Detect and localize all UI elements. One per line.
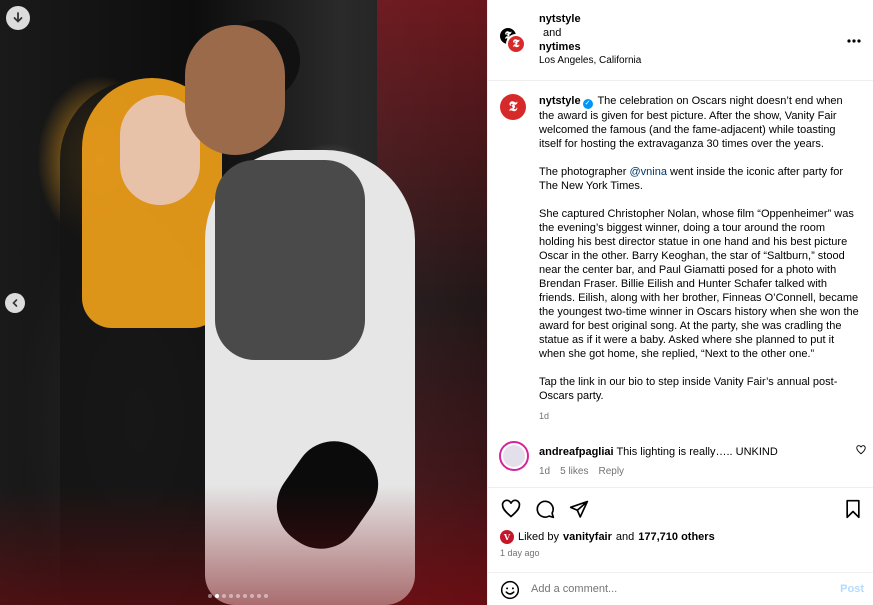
caption-paragraph-3: She captured Christopher Nolan, whose fi…	[539, 208, 859, 360]
comment-reply-button[interactable]: Reply	[598, 465, 624, 479]
comment-time: 1d	[539, 466, 551, 477]
download-icon	[13, 12, 23, 23]
carousel-dot	[257, 594, 261, 598]
add-comment-bar: Post	[488, 572, 873, 605]
commenter-photo	[503, 445, 525, 467]
comment-button[interactable]	[534, 498, 556, 520]
post-comments-area: 𝕿 nytstyle ✓ The celebration on Oscars ni…	[488, 82, 873, 487]
header-accounts: nytstyle and nytimes Los Angeles, Califo…	[539, 12, 641, 68]
carousel-dot	[243, 594, 247, 598]
previous-slide-button[interactable]	[5, 293, 25, 313]
comment-text: This lighting is really….. UNKIND	[616, 446, 778, 458]
share-button[interactable]	[568, 498, 590, 520]
carousel-dot	[208, 594, 212, 598]
caption-time: 1d	[539, 411, 550, 421]
more-horizontal-icon	[847, 39, 861, 43]
action-buttons	[500, 498, 590, 520]
bookmark-icon	[846, 499, 860, 519]
header-account-2[interactable]: nytimes	[539, 40, 641, 54]
liked-by: V Liked by vanityfair and 177,710 others	[500, 530, 715, 544]
vanityfair-avatar[interactable]: V	[500, 530, 514, 544]
caption-username[interactable]: nytstyle	[539, 95, 581, 107]
comment-item: andreafpagliai This lighting is really….…	[488, 437, 873, 479]
carousel-dot	[229, 594, 233, 598]
caption-paragraph-1: nytstyle ✓ The celebration on Oscars nigh…	[539, 94, 860, 151]
carousel-dots	[208, 594, 268, 598]
nytimes-avatar[interactable]: 𝕿	[506, 34, 526, 54]
post-actions: V Liked by vanityfair and 177,710 others…	[488, 487, 873, 558]
instagram-post-modal: 𝕿 𝕿 nytstyle and nytimes Los Angeles, Ca…	[0, 0, 873, 605]
comment-line: andreafpagliai This lighting is really….…	[539, 445, 860, 459]
verified-badge-icon: ✓	[582, 99, 593, 109]
caption-paragraph-2: The photographer @vnina went inside the …	[539, 165, 860, 193]
post-photo[interactable]	[0, 0, 487, 605]
save-button[interactable]	[842, 498, 864, 520]
carousel-dot	[264, 594, 268, 598]
emoji-button[interactable]	[500, 580, 520, 600]
comment-username[interactable]: andreafpagliai	[539, 446, 614, 458]
liked-prefix: Liked by	[518, 531, 559, 543]
comment-input[interactable]	[531, 583, 791, 595]
download-button[interactable]	[6, 6, 30, 30]
carousel-dot	[250, 594, 254, 598]
comment-like-button[interactable]	[856, 445, 866, 459]
post-comment-button[interactable]: Post	[840, 583, 864, 595]
caption-mention[interactable]: @vnina	[630, 166, 667, 178]
collab-avatars[interactable]: 𝕿 𝕿	[498, 26, 528, 56]
carousel-dot	[236, 594, 240, 598]
photo-floor	[0, 485, 487, 605]
caption-avatar[interactable]: 𝕿	[500, 94, 526, 120]
smiley-icon	[500, 580, 520, 600]
caption-paragraph-4: Tap the link in our bio to step inside V…	[539, 376, 838, 402]
header-account-1[interactable]: nytstyle	[539, 12, 641, 26]
chevron-left-icon	[12, 299, 18, 307]
paper-plane-icon	[569, 500, 589, 518]
liked-user[interactable]: vanityfair	[563, 531, 612, 543]
post-side-panel: 𝕿 𝕿 nytstyle and nytimes Los Angeles, Ca…	[487, 0, 873, 605]
comment-likes[interactable]: 5 likes	[560, 465, 588, 479]
liked-mid: and	[615, 531, 635, 543]
more-options-button[interactable]	[847, 30, 861, 48]
post-header: 𝕿 𝕿 nytstyle and nytimes Los Angeles, Ca…	[488, 0, 873, 81]
carousel-dot	[215, 594, 219, 598]
photo-top-right	[215, 160, 365, 360]
heart-icon	[856, 445, 866, 455]
comment-bubble-icon	[536, 500, 555, 519]
header-joiner: and	[543, 27, 562, 39]
photo-face-right	[185, 25, 285, 155]
comment-meta: 1d 5 likes Reply	[539, 465, 860, 479]
header-location[interactable]: Los Angeles, California	[539, 54, 641, 68]
like-button[interactable]	[500, 498, 522, 520]
liked-count[interactable]: 177,710 others	[638, 531, 714, 543]
commenter-avatar[interactable]	[499, 441, 529, 471]
carousel-dot	[222, 594, 226, 598]
heart-icon	[501, 499, 521, 518]
post-time-ago: 1 day ago	[500, 548, 540, 558]
caption-text-2a: The photographer	[539, 166, 630, 178]
post-caption: 𝕿 nytstyle ✓ The celebration on Oscars ni…	[488, 82, 873, 423]
